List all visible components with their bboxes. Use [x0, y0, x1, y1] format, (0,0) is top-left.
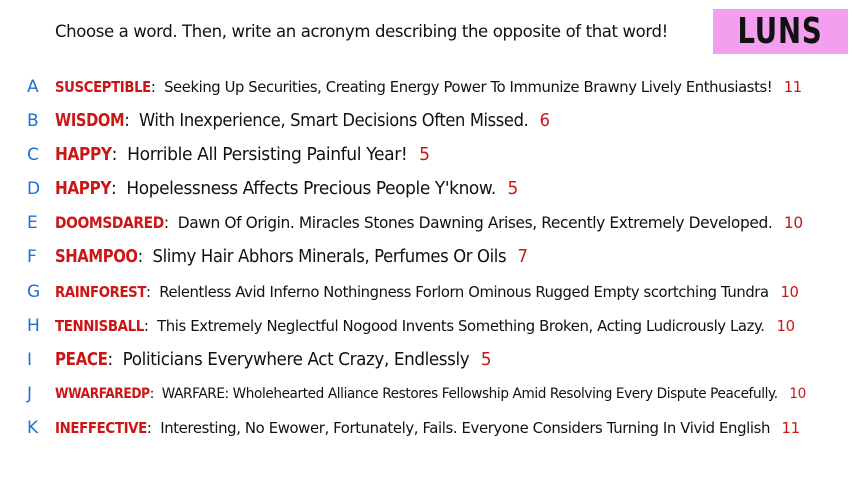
answer-row: E DOOMSDARED: Dawn Of Origin. Miracles St…: [0, 208, 853, 238]
answer-score: 10: [783, 213, 803, 232]
answer-row: I PEACE: Politicians Everywhere Act Crazy…: [0, 345, 853, 375]
answer-score: 10: [780, 283, 799, 301]
answer-entry: SHAMPOO: Slimy Hair Abhors Minerals, Per…: [55, 242, 528, 272]
answer-word: DOOMSDARED: [55, 213, 164, 232]
answer-colon: :: [146, 419, 161, 437]
answer-acronym: Hopelessness Affects Precious People Y'k…: [126, 179, 496, 199]
answer-word: HAPPY: [55, 179, 112, 199]
answer-colon: :: [150, 78, 165, 96]
answer-entry: HAPPY: Hopelessness Affects Precious Peo…: [55, 174, 518, 204]
answer-letter: E: [27, 213, 38, 233]
answer-entry: TENNISBALL: This Extremely Neglectful No…: [55, 311, 795, 341]
answer-row: A SUSCEPTIBLE: Seeking Up Securities, Cre…: [0, 72, 853, 102]
answer-colon: :: [146, 283, 160, 301]
answer-entry: WWARFAREDP: WARFARE: Wholehearted Allian…: [55, 379, 806, 409]
answer-score: 5: [419, 145, 430, 165]
answer-letter: J: [27, 384, 33, 404]
answer-word: WWARFAREDP: [55, 386, 150, 402]
answer-score: 5: [480, 350, 492, 370]
answer-entry: RAINFOREST: Relentless Avid Inferno Noth…: [55, 277, 799, 307]
answer-letter: I: [27, 350, 33, 370]
answer-acronym: Slimy Hair Abhors Minerals, Perfumes Or …: [152, 247, 507, 267]
answer-score: 11: [781, 419, 801, 437]
answer-score: 6: [539, 111, 550, 131]
answer-acronym: With Inexperience, Smart Decisions Often…: [139, 111, 529, 131]
answer-row: B WISDOM: With Inexperience, Smart Decisi…: [0, 106, 853, 136]
answer-score: 11: [783, 78, 802, 96]
answer-word: SHAMPOO: [55, 247, 138, 267]
answer-colon: :: [137, 247, 153, 267]
answer-entry: WISDOM: With Inexperience, Smart Decisio…: [55, 106, 550, 136]
answer-colon: :: [143, 317, 158, 335]
answer-entry: DOOMSDARED: Dawn Of Origin. Miracles Sto…: [55, 208, 803, 238]
answer-acronym: Seeking Up Securities, Creating Energy P…: [164, 78, 773, 96]
answer-score: 10: [789, 386, 806, 402]
answer-letter: D: [27, 179, 41, 199]
answer-word: PEACE: [55, 350, 108, 370]
answer-row: H TENNISBALL: This Extremely Neglectful N…: [0, 311, 853, 341]
answer-row: F SHAMPOO: Slimy Hair Abhors Minerals, Pe…: [0, 242, 853, 272]
answer-score: 5: [507, 179, 518, 199]
answer-row: G RAINFOREST: Relentless Avid Inferno Not…: [0, 277, 853, 307]
answer-colon: :: [124, 111, 140, 131]
answer-score: 7: [517, 247, 528, 267]
answer-word: SUSCEPTIBLE: [55, 78, 151, 96]
answer-acronym: Horrible All Persisting Painful Year!: [127, 145, 408, 165]
brand-logo-text: LUNS: [737, 10, 824, 52]
answer-entry: INEFFECTIVE: Interesting, No Ewower, For…: [55, 413, 800, 443]
answer-colon: :: [149, 386, 162, 402]
answer-acronym: This Extremely Neglectful Nogood Invents…: [157, 317, 765, 335]
answer-colon: :: [111, 179, 127, 199]
answer-acronym: WARFARE: Wholehearted Alliance Restores …: [161, 386, 778, 402]
answer-row: J WWARFAREDP: WARFARE: Wholehearted Allia…: [0, 379, 853, 409]
answer-word: INEFFECTIVE: [55, 419, 147, 437]
answer-score: 10: [776, 317, 796, 335]
answer-word: HAPPY: [55, 145, 112, 165]
answer-colon: :: [107, 350, 123, 370]
answer-entry: HAPPY: Horrible All Persisting Painful Y…: [55, 140, 430, 170]
answer-acronym: Dawn Of Origin. Miracles Stones Dawning …: [177, 213, 773, 232]
answer-colon: :: [163, 213, 178, 232]
answer-row: D HAPPY: Hopelessness Affects Precious Pe…: [0, 174, 853, 204]
answer-letter: H: [27, 316, 40, 336]
answer-word: WISDOM: [55, 111, 125, 131]
answer-acronym: Interesting, No Ewower, Fortunately, Fai…: [160, 419, 771, 437]
answer-letter: C: [27, 145, 39, 165]
answer-letter: F: [27, 247, 37, 267]
answer-letter: G: [27, 282, 41, 302]
answer-word: TENNISBALL: [55, 317, 144, 335]
answer-colon: :: [111, 145, 128, 165]
answer-word: RAINFOREST: [55, 283, 147, 301]
brand-logo: LUNS: [713, 9, 848, 54]
answer-letter: K: [27, 418, 39, 438]
answer-row: K INEFFECTIVE: Interesting, No Ewower, Fo…: [0, 413, 853, 443]
answer-acronym: Politicians Everywhere Act Crazy, Endles…: [122, 350, 470, 370]
answer-row: C HAPPY: Horrible All Persisting Painful …: [0, 140, 853, 170]
answer-entry: SUSCEPTIBLE: Seeking Up Securities, Crea…: [55, 72, 802, 102]
answer-entry: PEACE: Politicians Everywhere Act Crazy,…: [55, 345, 491, 375]
answer-letter: A: [27, 77, 39, 97]
answer-acronym: Relentless Avid Inferno Nothingness Forl…: [159, 283, 769, 301]
game-prompt: Choose a word. Then, write an acronym de…: [55, 22, 668, 42]
answer-letter: B: [27, 111, 39, 131]
